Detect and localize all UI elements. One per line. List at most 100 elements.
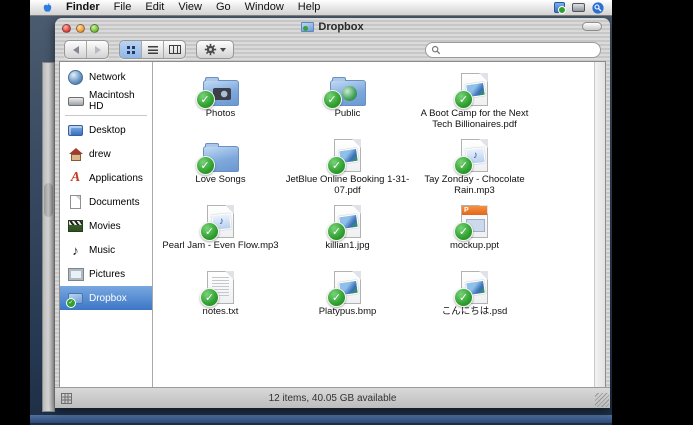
background-window-scrollbar bbox=[42, 62, 55, 412]
back-button[interactable] bbox=[65, 41, 86, 58]
file-item[interactable]: ✓Photos bbox=[157, 70, 284, 136]
sidebar-item-documents[interactable]: Documents bbox=[60, 190, 152, 214]
network-icon bbox=[67, 69, 84, 86]
file-item[interactable]: ✓ こんにちは.psd bbox=[411, 268, 538, 334]
sidebar-item-pictures[interactable]: Pictures bbox=[60, 262, 152, 286]
status-bar: 12 items, 40.05 GB available bbox=[55, 387, 610, 408]
file-label: Tay Zonday - Chocolate Rain.mp3 bbox=[413, 174, 537, 196]
sidebar-item-label: Movies bbox=[89, 221, 121, 232]
zoom-button[interactable] bbox=[90, 24, 99, 33]
file-label: killian1.jpg bbox=[325, 240, 369, 251]
synced-badge-icon: ✓ bbox=[196, 90, 215, 109]
menu-item-finder[interactable]: Finder bbox=[59, 1, 107, 13]
list-view-button[interactable] bbox=[141, 41, 163, 58]
sidebar-item-hard-drive[interactable]: Macintosh HD bbox=[60, 89, 152, 113]
spotlight-icon[interactable] bbox=[592, 2, 604, 14]
displays-icon[interactable] bbox=[572, 3, 585, 12]
movies-icon bbox=[67, 218, 84, 235]
sidebar: Network Macintosh HD Desktop drew AApplicati… bbox=[60, 62, 153, 387]
chevron-down-icon bbox=[220, 48, 226, 52]
menu-item-edit[interactable]: Edit bbox=[138, 1, 171, 13]
home-icon bbox=[67, 146, 84, 163]
menu-item-go[interactable]: Go bbox=[209, 1, 238, 13]
file-item[interactable]: ✓Platypus.bmp bbox=[284, 268, 411, 334]
menu-item-view[interactable]: View bbox=[171, 1, 209, 13]
file-item[interactable]: ♪✓Tay Zonday - Chocolate Rain.mp3 bbox=[411, 136, 538, 202]
file-label: Pearl Jam - Even Flow.mp3 bbox=[162, 240, 278, 251]
file-label: mockup.ppt bbox=[450, 240, 499, 251]
sidebar-item-dropbox[interactable]: Dropbox bbox=[60, 286, 152, 310]
hard-drive-icon bbox=[67, 93, 84, 110]
vertical-scrollbar[interactable] bbox=[594, 62, 605, 387]
toolbar bbox=[55, 36, 610, 63]
file-item[interactable]: ✓A Boot Camp for the Next Tech Billionai… bbox=[411, 70, 538, 136]
sidebar-item-applications[interactable]: AApplications bbox=[60, 166, 152, 190]
sidebar-item-movies[interactable]: Movies bbox=[60, 214, 152, 238]
folder-public-icon: ✓ bbox=[330, 70, 366, 106]
search-input[interactable] bbox=[444, 44, 595, 56]
doc-txt-icon: ✓ bbox=[207, 268, 234, 304]
title-bar[interactable]: Dropbox bbox=[55, 18, 610, 36]
nav-buttons bbox=[64, 40, 109, 59]
file-label: Public bbox=[335, 108, 361, 119]
synced-badge-icon: ✓ bbox=[327, 156, 346, 175]
minimize-button[interactable] bbox=[76, 24, 85, 33]
file-item[interactable]: ✓Love Songs bbox=[157, 136, 284, 202]
forward-button[interactable] bbox=[86, 41, 108, 58]
synced-badge-icon: ✓ bbox=[323, 90, 342, 109]
synced-badge-icon: ✓ bbox=[327, 288, 346, 307]
screen: FinderFileEditViewGoWindowHelp bbox=[0, 0, 693, 425]
file-view[interactable]: ✓Photos✓Public✓A Boot Camp for the Next … bbox=[153, 62, 605, 387]
folder-plain-icon: ✓ bbox=[203, 136, 239, 172]
column-view-button[interactable] bbox=[163, 41, 185, 58]
search-field[interactable] bbox=[425, 42, 601, 58]
folder-photos-icon: ✓ bbox=[203, 70, 239, 106]
desktop-bottom-strip bbox=[30, 415, 612, 423]
doc-image-icon: ✓ bbox=[334, 202, 361, 238]
doc-image-icon: ✓ bbox=[461, 268, 488, 304]
menu-item-file[interactable]: File bbox=[107, 1, 139, 13]
sidebar-item-desktop[interactable]: Desktop bbox=[60, 118, 152, 142]
window-title-text: Dropbox bbox=[318, 21, 363, 33]
icon-view-button[interactable] bbox=[120, 41, 141, 58]
sidebar-item-network[interactable]: Network bbox=[60, 65, 152, 89]
synced-badge-icon: ✓ bbox=[196, 156, 215, 175]
resize-grip[interactable] bbox=[595, 393, 609, 407]
sidebar-item-label: Applications bbox=[89, 173, 143, 184]
menu-item-help[interactable]: Help bbox=[291, 1, 328, 13]
sidebar-separator bbox=[65, 115, 147, 116]
close-button[interactable] bbox=[62, 24, 71, 33]
desktop: FinderFileEditViewGoWindowHelp bbox=[30, 0, 612, 425]
column-view-icon bbox=[169, 45, 181, 54]
doc-pdf-icon: ✓ bbox=[334, 136, 361, 172]
action-menu-button[interactable] bbox=[196, 40, 234, 59]
file-item[interactable]: ✓notes.txt bbox=[157, 268, 284, 334]
menu-bar-status-area bbox=[554, 2, 606, 14]
file-item[interactable]: ✓Public bbox=[284, 70, 411, 136]
finder-window: Dropbox bbox=[55, 18, 610, 408]
synced-badge-icon: ✓ bbox=[454, 222, 473, 241]
sidebar-item-label: Network bbox=[89, 72, 126, 83]
sidebar-item-music[interactable]: ♪Music bbox=[60, 238, 152, 262]
doc-mp3-icon: ♪✓ bbox=[461, 136, 488, 172]
sidebar-item-label: Music bbox=[89, 245, 115, 256]
sidebar-item-label: Dropbox bbox=[89, 293, 127, 304]
sidebar-item-label: Macintosh HD bbox=[89, 90, 150, 112]
file-grid: ✓Photos✓Public✓A Boot Camp for the Next … bbox=[153, 62, 605, 334]
sidebar-item-home[interactable]: drew bbox=[60, 142, 152, 166]
toolbar-toggle-button[interactable] bbox=[582, 22, 602, 31]
file-label: こんにちは.psd bbox=[442, 306, 507, 317]
sidebar-item-label: Documents bbox=[89, 197, 140, 208]
file-item[interactable]: P✓mockup.ppt bbox=[411, 202, 538, 268]
file-item[interactable]: ♪✓ Pearl Jam - Even Flow.mp3 bbox=[157, 202, 284, 268]
file-item[interactable]: ✓JetBlue Online Booking 1-31-07.pdf bbox=[284, 136, 411, 202]
menu-item-window[interactable]: Window bbox=[238, 1, 291, 13]
sidebar-item-label: drew bbox=[89, 149, 111, 160]
file-item[interactable]: ✓ killian1.jpg bbox=[284, 202, 411, 268]
doc-mp3-icon: ♪✓ bbox=[207, 202, 234, 238]
apple-menu[interactable] bbox=[36, 2, 59, 14]
list-view-icon bbox=[148, 46, 158, 54]
proxy-folder-icon[interactable] bbox=[301, 22, 314, 32]
dropbox-status-icon[interactable] bbox=[554, 2, 565, 13]
file-label: Platypus.bmp bbox=[319, 306, 377, 317]
